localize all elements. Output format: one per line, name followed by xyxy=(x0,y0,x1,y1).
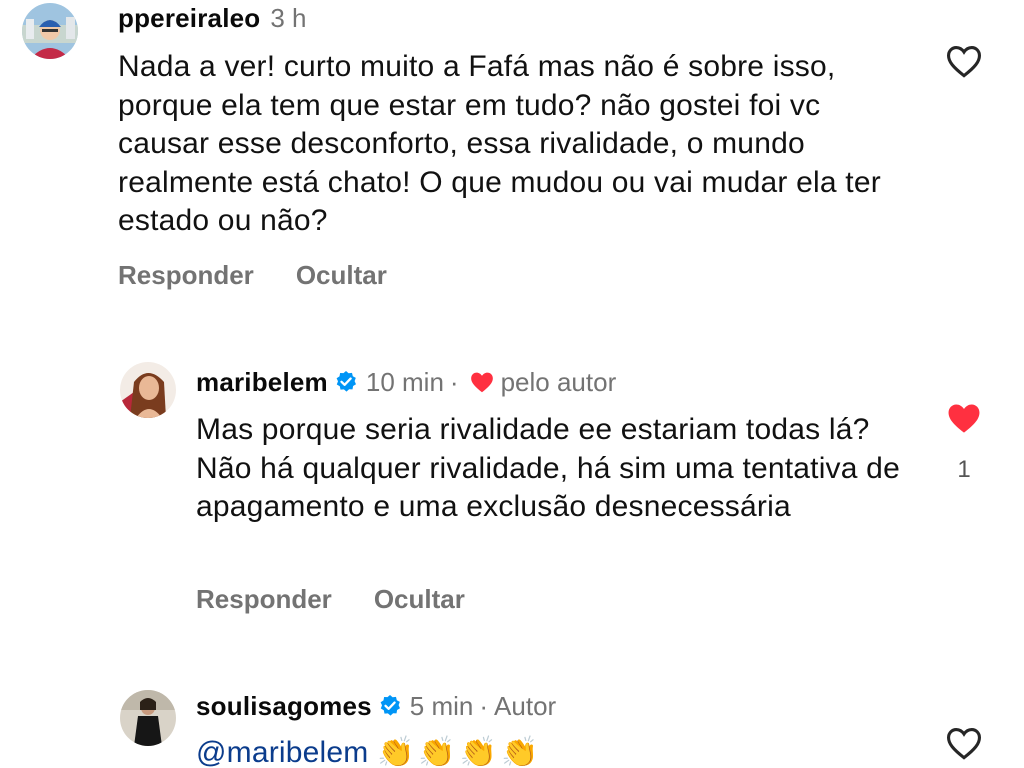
separator-dot: · xyxy=(449,367,459,397)
clapping-hands-emoji: 👏👏👏👏 xyxy=(377,736,543,768)
verified-badge-icon xyxy=(336,371,356,392)
hide-button[interactable]: Ocultar xyxy=(296,260,387,291)
comment-text: Mas porque seria rivalidade ee estariam … xyxy=(196,413,900,523)
comment-header: ppereiraleo 3 h xyxy=(118,2,307,34)
separator-dot: · xyxy=(479,691,489,721)
comment-actions: Responder Ocultar xyxy=(118,260,429,291)
verified-badge-icon xyxy=(380,695,400,716)
heart-filled-icon xyxy=(948,404,980,433)
avatar[interactable] xyxy=(120,690,176,746)
comment-header: maribelem 10 min · pelo autor xyxy=(196,366,616,398)
liked-by-author-label: pelo autor xyxy=(500,367,617,397)
comments-thread: ppereiraleo 3 h Nada a ver! curto muito … xyxy=(0,0,1024,768)
timestamp: 3 h xyxy=(270,3,307,33)
comment-text: Nada a ver! curto muito a Fafá mas não é… xyxy=(118,50,881,237)
like-button[interactable] xyxy=(944,44,984,83)
author-like-heart-icon xyxy=(470,372,493,393)
reply-button[interactable]: Responder xyxy=(196,584,332,615)
author-label: Autor xyxy=(494,691,557,721)
heart-outline-icon xyxy=(946,46,982,78)
hide-button[interactable]: Ocultar xyxy=(374,584,465,615)
comment-text: @maribelem 👏👏👏👏 xyxy=(196,734,896,768)
like-button[interactable] xyxy=(944,726,984,765)
username[interactable]: maribelem xyxy=(196,366,328,398)
username[interactable]: soulisagomes xyxy=(196,690,372,722)
heart-outline-icon xyxy=(946,728,982,760)
reply-button[interactable]: Responder xyxy=(118,260,254,291)
username[interactable]: ppereiraleo xyxy=(118,2,260,34)
mention-link[interactable]: @maribelem xyxy=(196,736,369,768)
like-button[interactable]: 1 xyxy=(944,401,984,484)
avatar[interactable] xyxy=(120,362,176,418)
comment-actions: Responder Ocultar xyxy=(196,584,507,615)
avatar[interactable] xyxy=(22,3,78,59)
timestamp: 10 min xyxy=(365,367,444,397)
timestamp: 5 min xyxy=(409,691,474,721)
comment-header: soulisagomes 5 min · Autor xyxy=(196,690,556,722)
like-count: 1 xyxy=(957,456,971,483)
